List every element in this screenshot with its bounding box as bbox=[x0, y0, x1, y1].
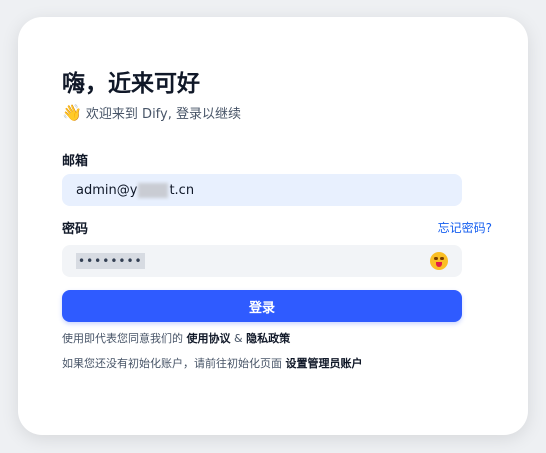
email-redaction bbox=[138, 182, 169, 198]
password-label: 密码 bbox=[62, 222, 89, 237]
subtitle-text: 欢迎来到 Dify, 登录以继续 bbox=[85, 107, 241, 122]
setup-notice: 如果您还没有初始化账户，请前往初始化页面 设置管理员账户 bbox=[62, 355, 363, 371]
forgot-password-link[interactable]: 忘记密码? bbox=[438, 219, 492, 236]
page-title: 嗨，近来可好 bbox=[62, 71, 200, 97]
terms-notice: 使用即代表您同意我们的 使用协议 & 隐私政策 bbox=[62, 330, 290, 346]
terms-of-use-link[interactable]: 使用协议 bbox=[187, 332, 231, 345]
page-background: 嗨，近来可好 👋 欢迎来到 Dify, 登录以继续 邮箱 admin@y t.cn … bbox=[0, 0, 546, 453]
password-value: •••••••• bbox=[76, 253, 145, 269]
email-field[interactable]: admin@y t.cn bbox=[62, 174, 462, 206]
welcome-subtitle: 👋 欢迎来到 Dify, 登录以继续 bbox=[62, 103, 241, 122]
email-value-suffix: t.cn bbox=[169, 182, 195, 198]
setup-prefix: 如果您还没有初始化账户，请前往初始化页面 bbox=[62, 357, 282, 370]
terms-and: & bbox=[234, 332, 243, 345]
email-value-prefix: admin@y bbox=[76, 182, 138, 198]
login-button[interactable]: 登录 bbox=[62, 290, 462, 322]
privacy-policy-link[interactable]: 隐私政策 bbox=[246, 332, 290, 345]
waving-hand-icon: 👋 bbox=[62, 103, 82, 122]
password-field[interactable]: •••••••• bbox=[62, 245, 462, 277]
setup-admin-link[interactable]: 设置管理员账户 bbox=[286, 357, 363, 370]
email-label: 邮箱 bbox=[62, 154, 89, 169]
terms-prefix: 使用即代表您同意我们的 bbox=[62, 332, 183, 345]
tongue-out-face-icon[interactable] bbox=[430, 252, 448, 270]
